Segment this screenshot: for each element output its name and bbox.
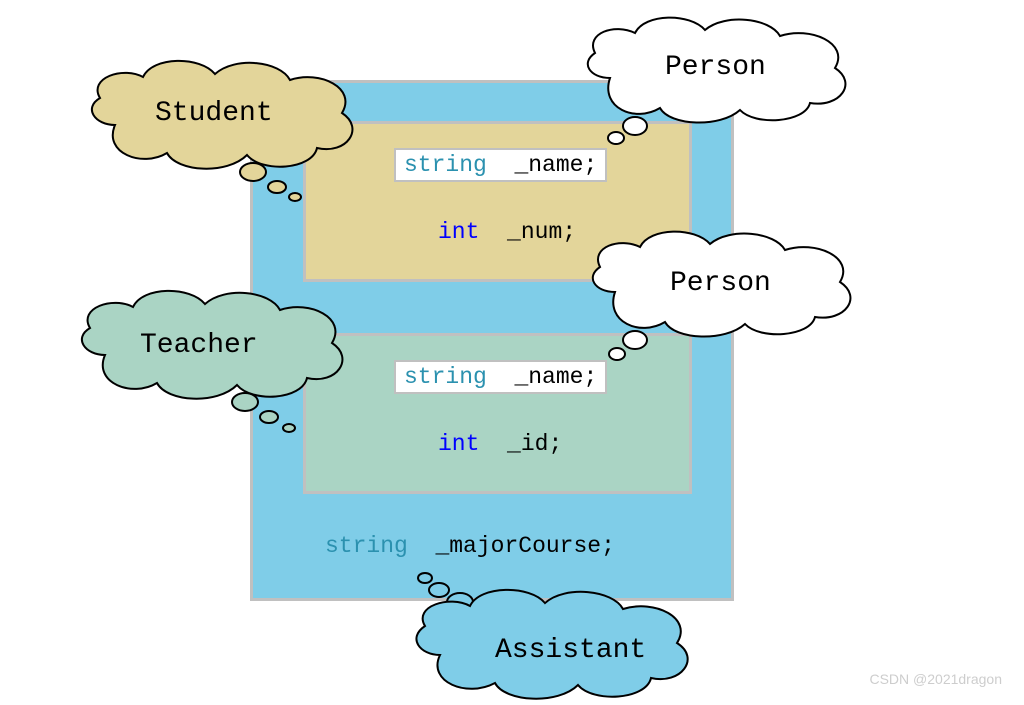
identifier: _name; bbox=[514, 364, 597, 390]
type-keyword: int bbox=[438, 219, 479, 245]
watermark: CSDN @2021dragon bbox=[869, 671, 1002, 687]
identifier bbox=[501, 364, 515, 390]
identifier: _majorCourse; bbox=[435, 533, 614, 559]
type-keyword: string bbox=[404, 152, 487, 178]
type-keyword: string bbox=[325, 533, 408, 559]
student-label: Student bbox=[155, 98, 273, 129]
identifier bbox=[493, 219, 507, 245]
identifier bbox=[501, 152, 515, 178]
type-keyword: int bbox=[438, 431, 479, 457]
identifier bbox=[493, 431, 507, 457]
person-label-1: Person bbox=[665, 52, 766, 83]
teacher-id-field: int _id; bbox=[438, 431, 562, 457]
assistant-major-field: string _majorCourse; bbox=[325, 533, 615, 559]
person-label-2: Person bbox=[670, 268, 771, 299]
teacher-label: Teacher bbox=[140, 330, 258, 361]
identifier bbox=[422, 533, 436, 559]
identifier: _id; bbox=[507, 431, 562, 457]
identifier: _name; bbox=[514, 152, 597, 178]
assistant-bubble bbox=[365, 560, 705, 705]
student-name-field: string _name; bbox=[394, 148, 607, 182]
type-keyword: string bbox=[404, 364, 487, 390]
assistant-label: Assistant bbox=[495, 635, 646, 666]
